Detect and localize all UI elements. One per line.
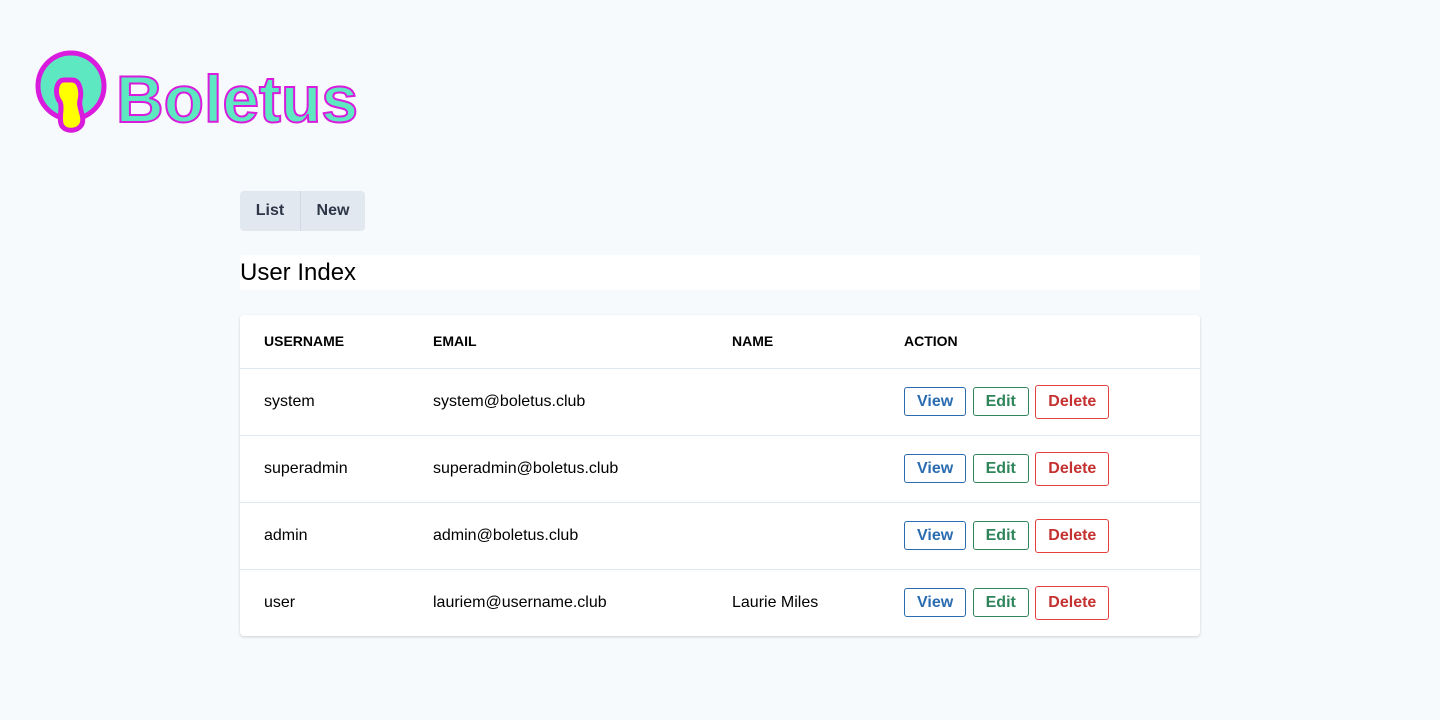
- nav-tabs: List New: [240, 191, 365, 231]
- cell-username: user: [264, 593, 296, 611]
- column-header-action: Action: [880, 315, 1200, 369]
- brand-logo[interactable]: Boletus: [34, 50, 359, 140]
- view-button[interactable]: View: [904, 387, 967, 416]
- column-header-name: Name: [708, 315, 880, 369]
- table-row: user lauriem@username.club Laurie Miles …: [240, 569, 1200, 636]
- edit-button[interactable]: Edit: [972, 387, 1029, 416]
- cell-actions: View Edit Delete: [880, 569, 1200, 636]
- cell-email: system@boletus.club: [409, 368, 708, 436]
- cell-actions: View Edit Delete: [880, 435, 1200, 503]
- cell-username: superadmin: [240, 435, 409, 503]
- cell-name: Laurie Miles: [732, 593, 819, 611]
- cell-name: [708, 368, 880, 436]
- delete-button[interactable]: Delete: [1035, 585, 1110, 620]
- edit-button[interactable]: Edit: [972, 588, 1029, 618]
- delete-button[interactable]: Delete: [1035, 518, 1110, 553]
- cell-email: admin@boletus.club: [409, 502, 708, 570]
- column-header-email: Email: [409, 315, 708, 369]
- table-header-row: Username Email Name Action: [240, 315, 1200, 369]
- mushroom-logo-icon: [35, 50, 107, 133]
- tab-new[interactable]: New: [300, 191, 365, 231]
- cell-username: admin: [240, 502, 409, 570]
- delete-button[interactable]: Delete: [1035, 384, 1110, 419]
- cell-actions: View Edit Delete: [880, 368, 1200, 436]
- edit-button[interactable]: Edit: [972, 521, 1029, 550]
- cell-email: superadmin@boletus.club: [409, 435, 708, 503]
- page-title: User Index: [240, 259, 357, 286]
- cell-username: system: [240, 368, 409, 436]
- view-button[interactable]: View: [904, 588, 967, 618]
- page-title-bar: User Index: [240, 255, 1200, 290]
- users-table-card: Username Email Name Action system system…: [240, 315, 1200, 636]
- view-button[interactable]: View: [904, 454, 967, 483]
- cell-email: lauriem@username.club: [433, 593, 607, 611]
- delete-button[interactable]: Delete: [1035, 451, 1110, 486]
- cell-actions: View Edit Delete: [880, 502, 1200, 570]
- column-header-username: Username: [240, 315, 409, 369]
- edit-button[interactable]: Edit: [972, 454, 1029, 483]
- brand-wordmark: Boletus: [115, 62, 359, 136]
- cell-name: [708, 502, 880, 570]
- users-table: Username Email Name Action system system…: [240, 315, 1200, 636]
- view-button[interactable]: View: [904, 521, 967, 550]
- table-row: superadmin superadmin@boletus.club View …: [240, 435, 1200, 503]
- tab-list[interactable]: List: [240, 191, 300, 231]
- cell-name: [708, 435, 880, 503]
- table-row: admin admin@boletus.club View Edit Delet…: [240, 502, 1200, 570]
- table-row: system system@boletus.club View Edit Del…: [240, 368, 1200, 436]
